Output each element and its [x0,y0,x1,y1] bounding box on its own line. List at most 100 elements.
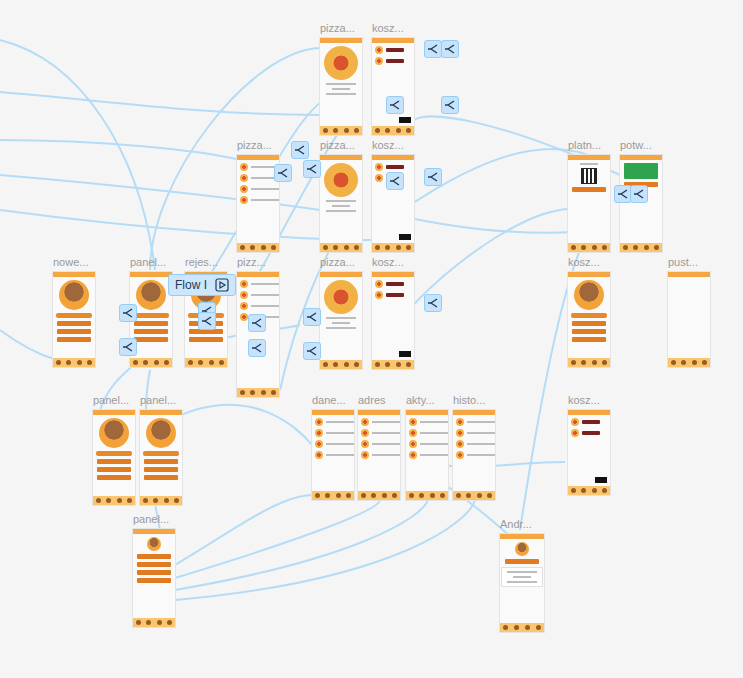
screen-frame[interactable]: kosz... [372,272,414,369]
frame-label[interactable]: pizza... [320,256,355,269]
screen-frame[interactable]: dane... [312,410,354,500]
nav-icon[interactable] [692,360,697,365]
quantity-control[interactable] [386,59,404,63]
nav-icon[interactable] [188,360,193,365]
list-row[interactable] [361,451,397,459]
quantity-control[interactable] [582,431,600,435]
nav-icon[interactable] [477,493,482,498]
nav-icon[interactable] [536,625,541,630]
screen-frame[interactable]: potw... [620,155,662,252]
quantity-control[interactable] [386,282,404,286]
nav-icon[interactable] [117,498,122,503]
nav-icon[interactable] [392,493,397,498]
nav-icon[interactable] [396,128,401,133]
nav-icon[interactable] [66,360,71,365]
flow-connection[interactable] [175,495,333,565]
nav-icon[interactable] [592,245,597,250]
frame-label[interactable]: rejes... [185,256,218,269]
list-row[interactable] [361,429,397,437]
nav-icon[interactable] [209,360,214,365]
nav-icon[interactable] [164,360,169,365]
nav-icon[interactable] [271,245,276,250]
nav-icon[interactable] [143,360,148,365]
nav-icon[interactable] [143,498,148,503]
flow-connection[interactable] [175,500,428,590]
nav-icon[interactable] [354,362,359,367]
nav-icon[interactable] [385,362,390,367]
screen-frame[interactable]: kosz... [568,410,610,495]
nav-icon[interactable] [315,493,320,498]
list-row[interactable] [361,440,397,448]
nav-icon[interactable] [323,362,328,367]
frame-label[interactable]: pizza... [237,139,272,152]
nav-icon[interactable] [644,245,649,250]
nav-icon[interactable] [323,128,328,133]
list-row[interactable] [361,418,397,426]
input-bar[interactable] [144,459,178,464]
nav-icon[interactable] [261,245,266,250]
flow-connection[interactable] [175,500,475,600]
nav-icon[interactable] [333,128,338,133]
nav-icon[interactable] [602,245,607,250]
frame-label[interactable]: panel... [130,256,166,269]
nav-icon[interactable] [681,360,686,365]
nav-icon[interactable] [354,245,359,250]
nav-icon[interactable] [487,493,492,498]
screen-frame[interactable]: panel... [93,410,135,505]
frame-label[interactable]: kosz... [372,22,404,35]
nav-icon[interactable] [164,498,169,503]
pay-button[interactable] [572,187,606,192]
list-row[interactable] [240,174,276,182]
nav-icon[interactable] [375,128,380,133]
flow-node[interactable] [274,164,292,182]
flow-connection[interactable] [0,210,372,240]
flow-node[interactable] [303,160,321,178]
input-bar[interactable] [97,467,131,472]
nav-icon[interactable] [406,245,411,250]
nav-icon[interactable] [375,362,380,367]
flow-node[interactable] [424,294,442,312]
flow-node[interactable] [303,342,321,360]
frame-label[interactable]: nowe... [53,256,88,269]
nav-icon[interactable] [154,360,159,365]
screen-frame[interactable]: kosz... [372,38,414,135]
nav-icon[interactable] [385,128,390,133]
quantity-control[interactable] [386,165,404,169]
list-row[interactable] [240,163,276,171]
nav-icon[interactable] [671,360,676,365]
screen-frame[interactable]: kosz... [372,155,414,252]
list-row[interactable] [409,451,445,459]
nav-icon[interactable] [361,493,366,498]
input-bar[interactable] [572,321,606,326]
menu-button[interactable] [137,562,171,567]
nav-icon[interactable] [702,360,707,365]
nav-icon[interactable] [325,493,330,498]
nav-icon[interactable] [250,390,255,395]
screen-frame[interactable]: kosz... [568,272,610,367]
flow-connection[interactable] [170,405,312,445]
frame-label[interactable]: platn... [568,139,601,152]
nav-icon[interactable] [261,390,266,395]
screen-frame[interactable]: Andr... [500,534,544,632]
nav-icon[interactable] [419,493,424,498]
action-button[interactable] [57,337,91,342]
play-icon[interactable] [215,278,229,292]
screen-frame[interactable]: adres [358,410,400,500]
frame-label[interactable]: dane... [312,394,346,407]
input-bar[interactable] [134,329,168,334]
frame-label[interactable]: histo... [453,394,485,407]
nav-icon[interactable] [571,245,576,250]
nav-icon[interactable] [323,245,328,250]
nav-icon[interactable] [375,245,380,250]
nav-icon[interactable] [396,245,401,250]
flow-connection[interactable] [0,40,155,270]
frame-label[interactable]: Andr... [500,518,532,531]
flow-connection[interactable] [0,92,320,115]
nav-icon[interactable] [354,128,359,133]
list-row[interactable] [315,451,351,459]
nav-icon[interactable] [571,488,576,493]
list-row[interactable] [456,418,492,426]
flow-node[interactable] [119,304,137,322]
quantity-control[interactable] [582,420,600,424]
nav-icon[interactable] [633,245,638,250]
